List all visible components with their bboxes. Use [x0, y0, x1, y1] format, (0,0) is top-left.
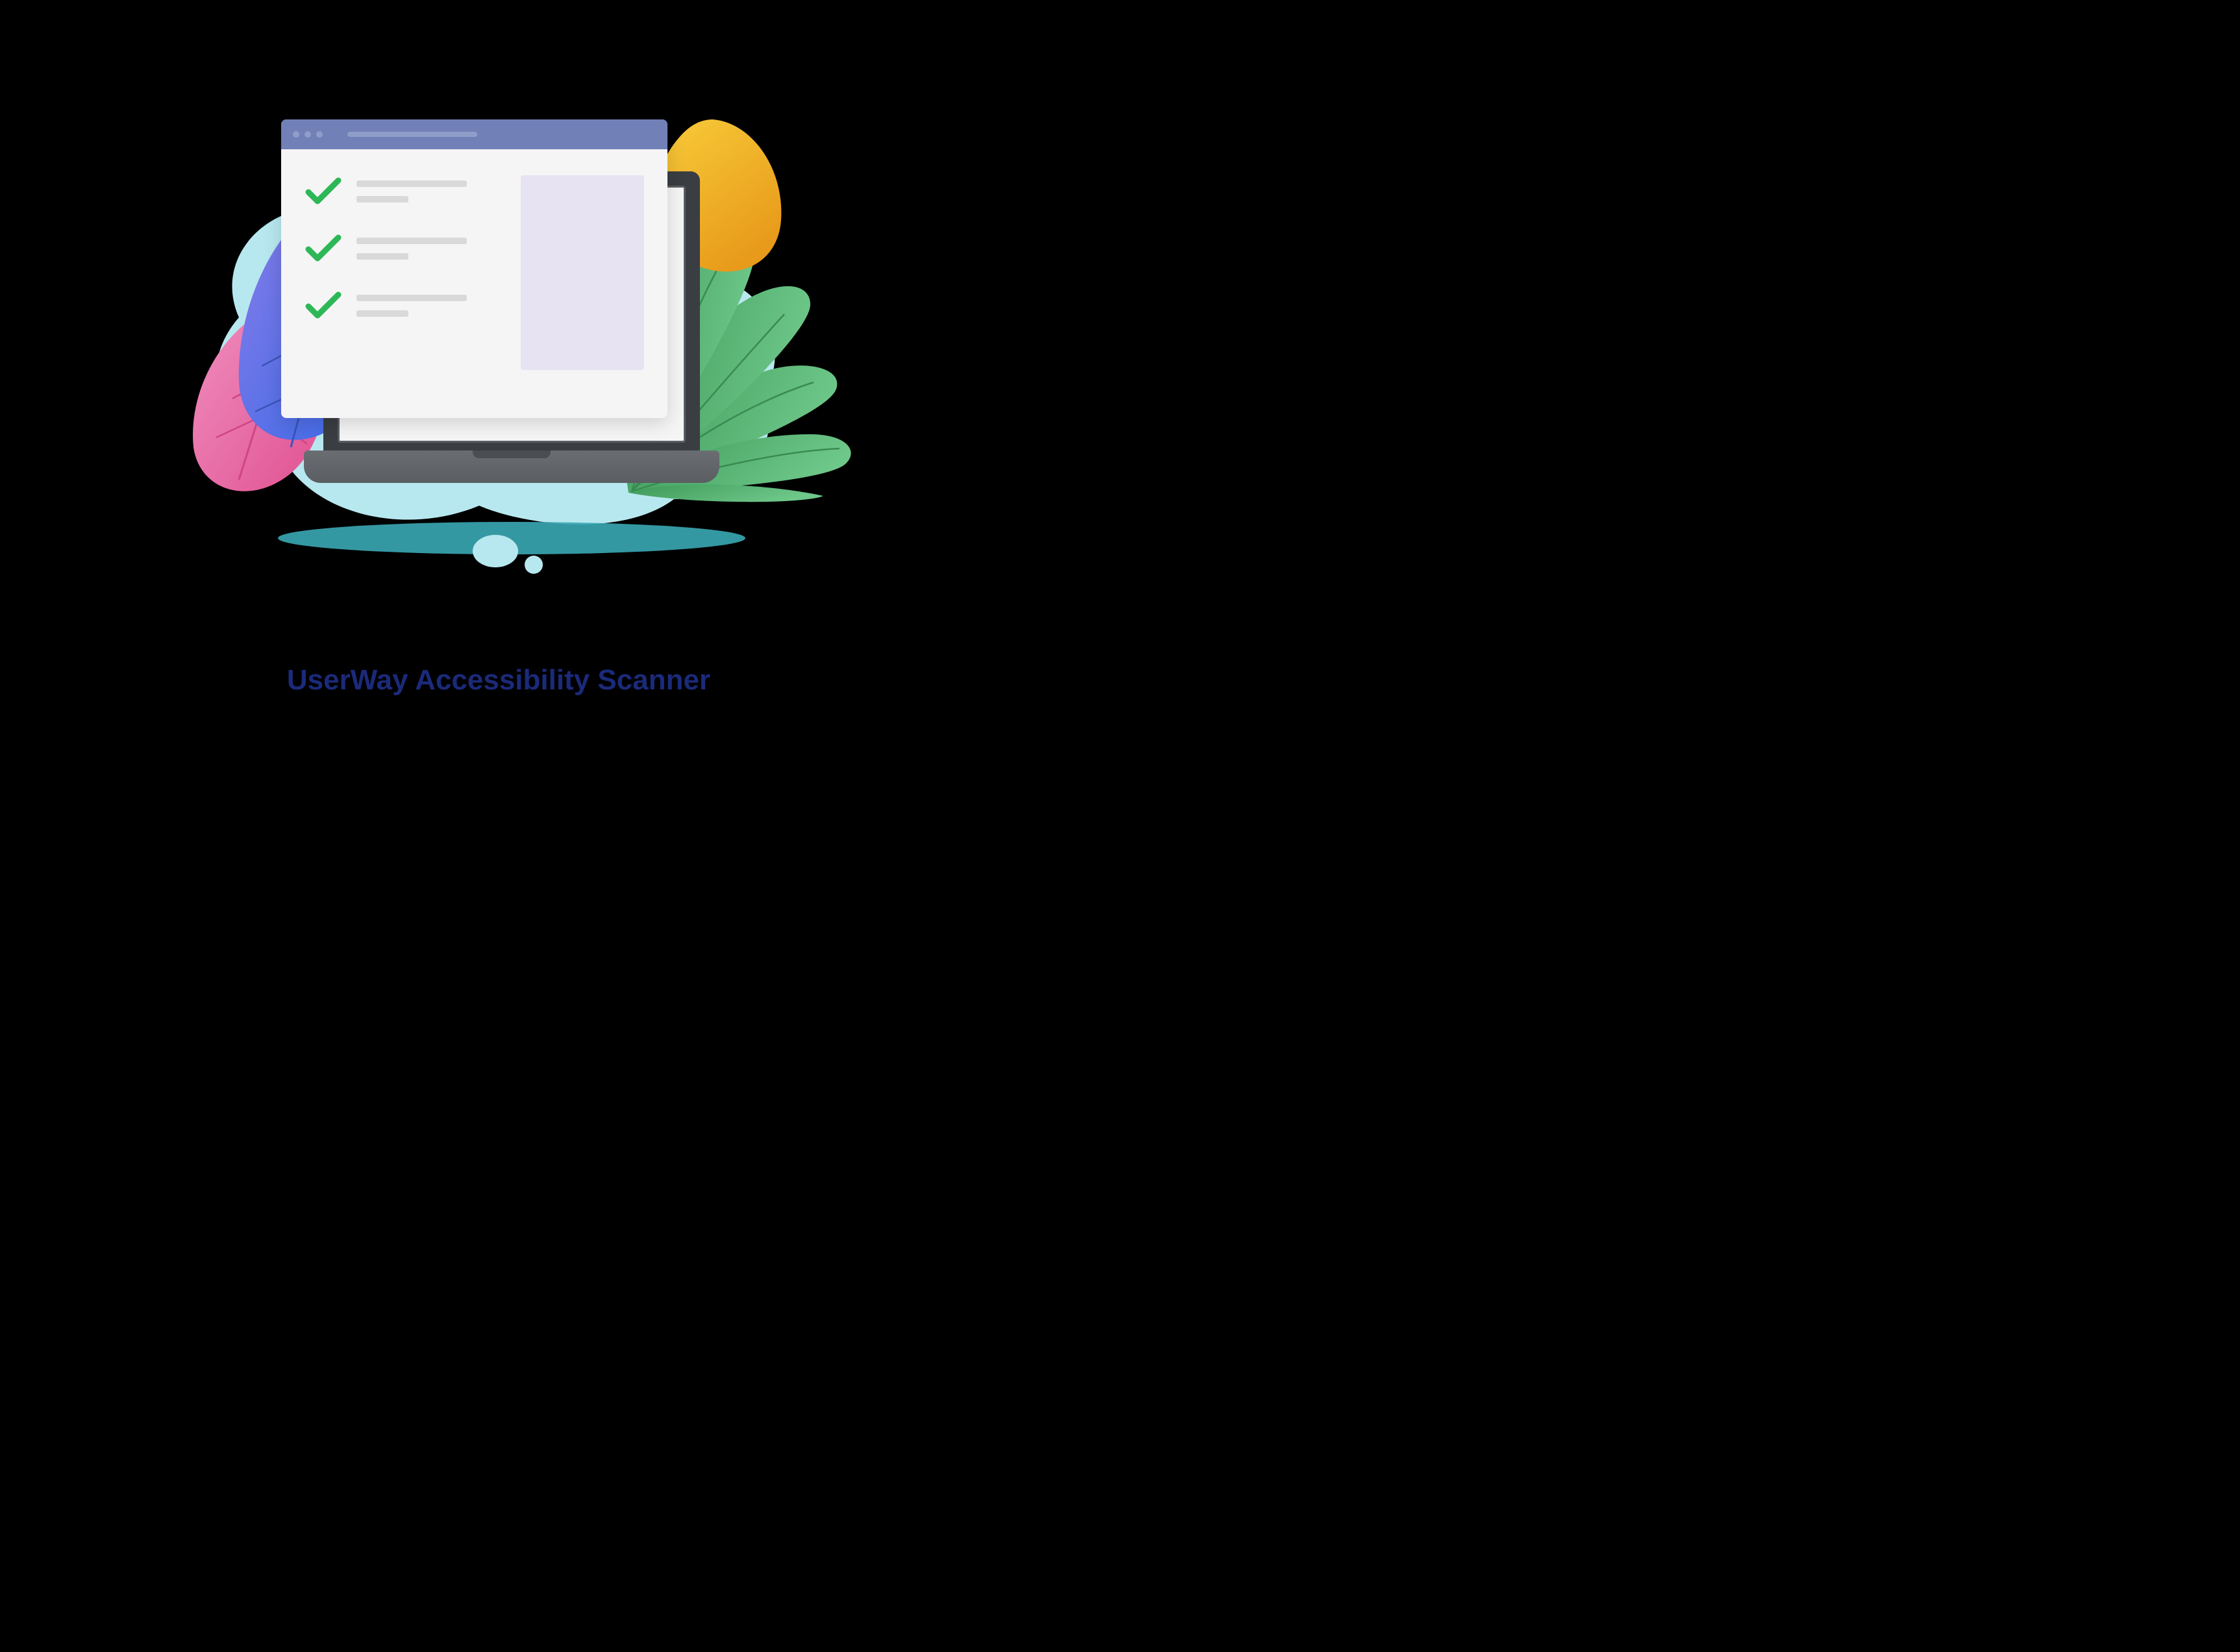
checkmark-icon — [305, 290, 342, 321]
checklist-item — [305, 175, 505, 206]
window-control-dot — [316, 131, 323, 138]
checklist — [305, 175, 505, 370]
checklist-item — [305, 232, 505, 264]
window-control-dot — [293, 131, 299, 138]
checklist-text-placeholder — [356, 232, 505, 260]
checklist-text-placeholder — [356, 290, 505, 317]
browser-url-bar — [347, 132, 477, 137]
page-title: UserWay Accessibility Scanner — [0, 664, 997, 697]
window-control-dot — [305, 131, 311, 138]
checklist-item — [305, 290, 505, 321]
laptop-base — [304, 450, 719, 483]
thought-bubble-small — [525, 556, 543, 574]
browser-window — [281, 119, 667, 418]
illustration-canvas — [109, 58, 888, 590]
checkmark-icon — [305, 175, 342, 206]
browser-body — [281, 149, 667, 396]
browser-header — [281, 119, 667, 149]
side-panel — [521, 175, 644, 370]
checklist-text-placeholder — [356, 175, 505, 203]
checkmark-icon — [305, 232, 342, 264]
thought-bubble — [473, 535, 518, 567]
